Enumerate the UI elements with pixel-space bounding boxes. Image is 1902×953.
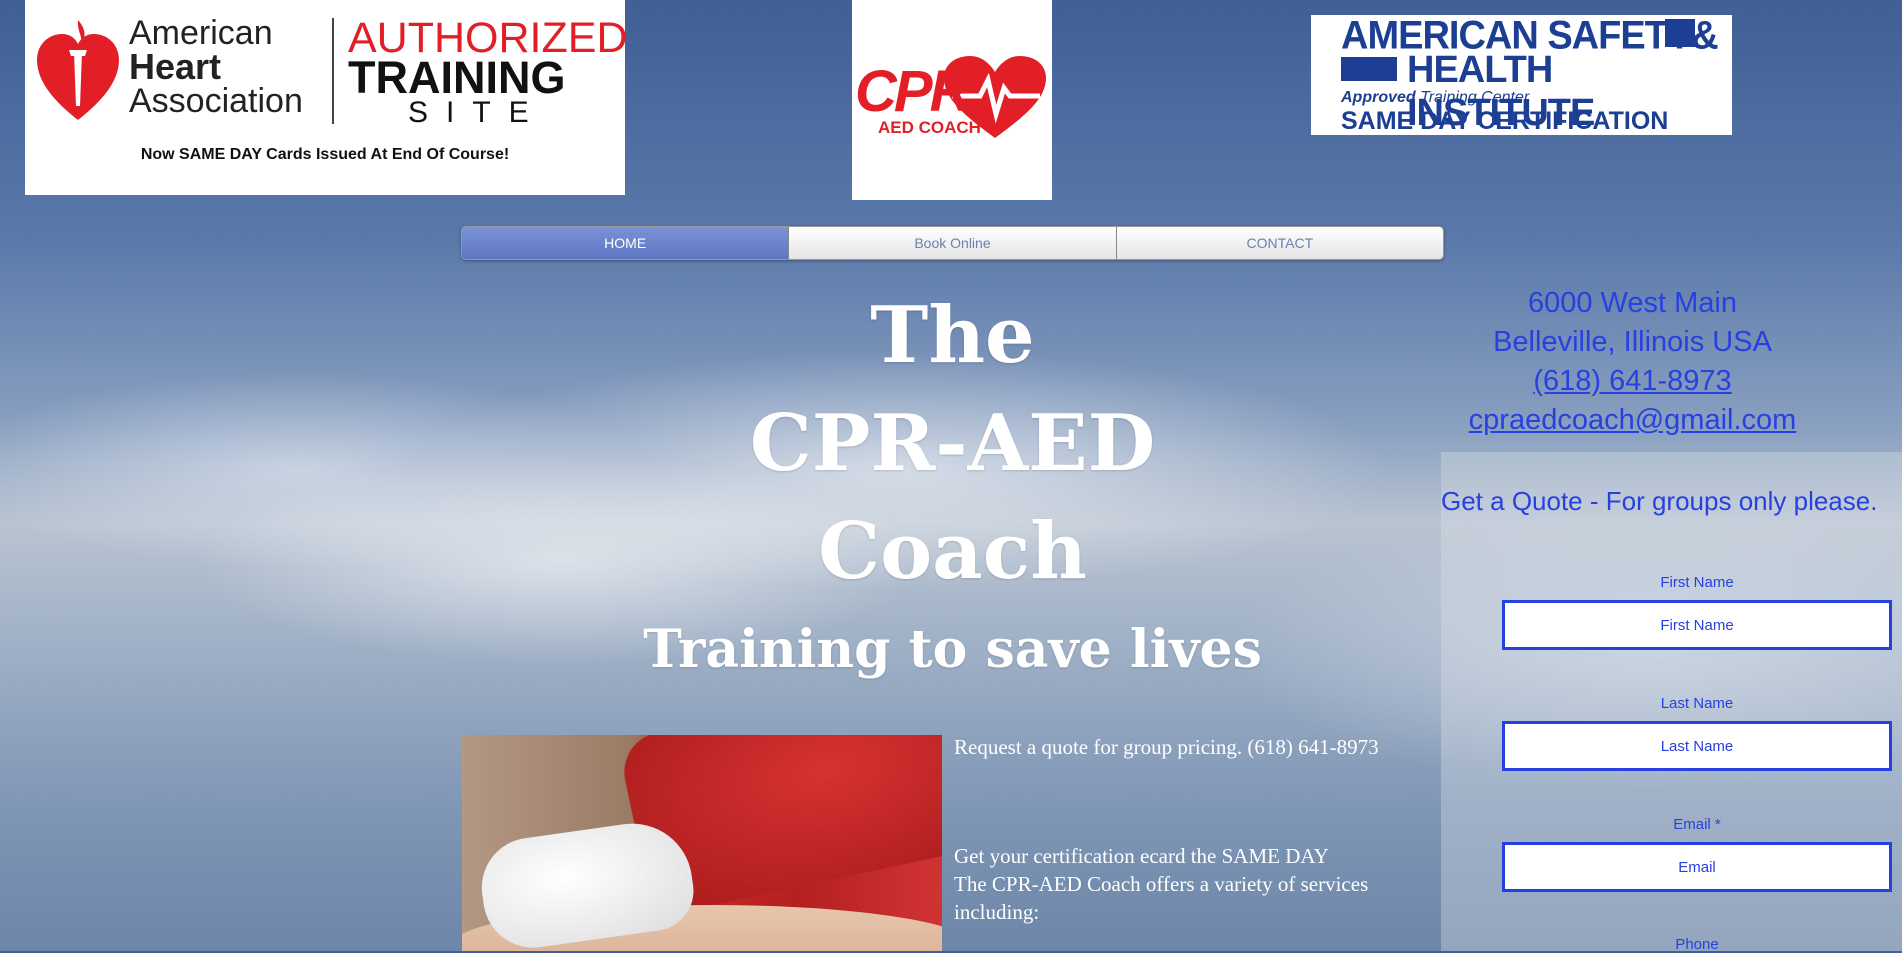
email-input[interactable]: [1502, 842, 1892, 892]
ashi-approved-text: Approved Training Center: [1341, 89, 1529, 107]
ashi-approved-rest: Training Center: [1415, 89, 1530, 106]
address-city: Belleville, Illinois USA: [1493, 326, 1772, 358]
email-link[interactable]: cpraedcoach@gmail.com: [1430, 401, 1835, 440]
services-intro-line: The CPR-AED Coach offers a variety of se…: [954, 872, 1369, 924]
aha-name-line-2: Heart: [129, 46, 222, 87]
ashi-approved-bold: Approved: [1341, 89, 1416, 106]
group-quote-line: Request a quote for group pricing. (618)…: [954, 735, 1379, 759]
address-street: 6000 West Main: [1527, 287, 1738, 319]
phone-label: Phone: [1675, 936, 1719, 953]
quote-form-panel: Get a Quote - For groups only please. Fi…: [1441, 452, 1902, 953]
hero-line-2: CPR-AED: [749, 398, 1156, 489]
hero-title: The CPR-AED Coach Training to save lives: [620, 282, 1285, 680]
aha-name-line-1: American: [129, 14, 273, 52]
email-label: Email *: [1673, 816, 1721, 833]
cpr-aed-coach-logo: CPR AED COACH: [852, 0, 1052, 200]
cpr-training-photo: [462, 735, 942, 951]
nav-home[interactable]: HOME: [462, 227, 790, 259]
aed-coach-logo-text: AED COACH: [878, 118, 981, 137]
ashi-bar-shape: [1341, 57, 1397, 81]
aha-authorized-training-site-logo: American Heart Association AUTHORIZED TR…: [25, 0, 628, 195]
ashi-square-shape: [1665, 19, 1695, 47]
last-name-label: Last Name: [1660, 695, 1734, 712]
aha-name-line-3: Association: [129, 82, 303, 120]
first-name-label: First Name: [1660, 574, 1734, 591]
cpr-logo-text: CPR: [855, 59, 971, 124]
nav-contact[interactable]: CONTACT: [1116, 227, 1443, 259]
same-day-cert-line: Get your certification ecard the SAME DA…: [954, 844, 1329, 868]
ashi-logo: AMERICAN SAFETY& HEALTH INSTITUTE Approv…: [1311, 14, 1732, 135]
aha-name-text: American Heart Association: [129, 16, 303, 118]
quote-form-title: Get a Quote - For groups only please.: [1441, 486, 1878, 516]
hero-line-3: Coach: [818, 506, 1087, 597]
hero-tagline: Training to save lives: [643, 619, 1262, 680]
hero-line-1: The: [870, 290, 1035, 381]
main-nav: HOME Book Online CONTACT: [461, 226, 1444, 260]
ashi-same-day-text: SAME DAY CERTIFICATION: [1341, 107, 1669, 135]
contact-info: 6000 West Main Belleville, Illinois USA …: [1430, 284, 1835, 440]
aha-site-text: SITE: [408, 96, 547, 129]
services-info: Request a quote for group pricing. (618)…: [954, 733, 1434, 926]
phone-link[interactable]: (618) 641-8973: [1430, 362, 1835, 401]
nav-book-online[interactable]: Book Online: [789, 227, 1117, 259]
same-day-cards-note: Now SAME DAY Cards Issued At End Of Cour…: [140, 146, 510, 163]
first-name-input[interactable]: [1502, 600, 1892, 650]
heart-torch-icon: [37, 20, 119, 120]
aha-divider: [332, 18, 334, 124]
last-name-input[interactable]: [1502, 721, 1892, 771]
